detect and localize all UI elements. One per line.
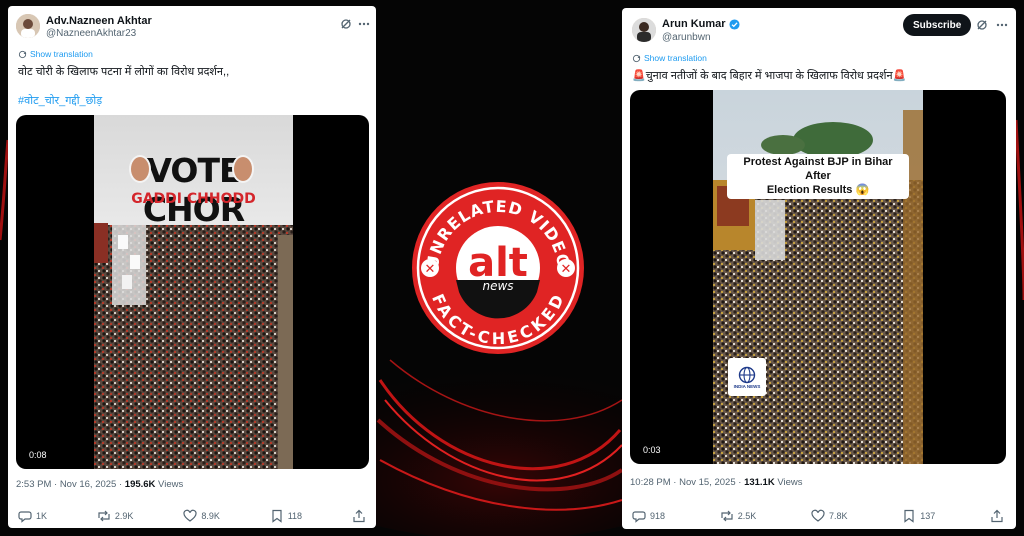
video-caption: Protest Against BJP in Bihar After Elect… <box>727 154 909 200</box>
author-name-text: Arun Kumar <box>662 18 726 30</box>
share-button[interactable] <box>352 506 366 526</box>
repost-button[interactable]: 2.9K <box>97 506 134 526</box>
views-count: 131.1K <box>744 477 775 488</box>
action-bar: 1K 2.9K 8.9K 118 <box>8 506 376 526</box>
post-text: 🚨चुनाव नतीजों के बाद बिहार में भाजपा के … <box>632 70 907 82</box>
fact-check-badge: UNRELATED VIDEO FACT-CHECKED ✕ ✕ alt new… <box>410 180 586 356</box>
like-count: 7.8K <box>828 511 848 521</box>
video-duration: 0:03 <box>640 444 664 456</box>
like-icon <box>811 509 825 522</box>
like-button[interactable]: 8.9K <box>183 506 220 526</box>
bookmark-count: 118 <box>287 511 303 521</box>
share-button[interactable] <box>990 506 1004 526</box>
post-timestamp[interactable]: 10:28 PM · Nov 15, 2025 · <box>630 477 744 488</box>
grok-icon[interactable] <box>974 17 990 33</box>
grok-icon[interactable] <box>338 16 354 32</box>
verified-icon <box>729 18 740 30</box>
badge-mark-left: ✕ <box>425 262 436 277</box>
video-thumbnail: Protest Against BJP in Bihar After Elect… <box>713 90 923 464</box>
reply-count: 918 <box>650 511 666 521</box>
like-button[interactable]: 7.8K <box>811 506 848 526</box>
badge-seal: UNRELATED VIDEO FACT-CHECKED ✕ ✕ alt new… <box>412 182 584 354</box>
video-thumbnail: VOTE CHOR GADDI CHHODD <box>94 115 293 469</box>
face-left-icon <box>129 155 151 183</box>
bookmark-icon <box>272 509 282 523</box>
post-text: वोट चोरी के खिलाफ पटना में लोगों का विरो… <box>18 66 230 78</box>
translate-icon <box>18 50 27 58</box>
video-caption-line2: Election Results 😱 <box>766 183 870 196</box>
video-player[interactable]: Protest Against BJP in Bihar After Elect… <box>630 90 1006 464</box>
badge-logo-subtext: news <box>482 279 513 293</box>
share-icon <box>991 509 1003 523</box>
views-label: Views <box>155 479 184 490</box>
hashtag-link[interactable]: #वोट_चोर_गद्दी_छोड़ <box>18 93 102 108</box>
views-label: Views <box>774 477 803 488</box>
bookmark-icon <box>904 509 914 523</box>
post-meta: 2:53 PM · Nov 16, 2025 · 195.6K Views <box>16 479 183 490</box>
author-name[interactable]: Adv.Nazneen Akhtar <box>46 15 152 27</box>
repost-count: 2.9K <box>114 511 134 521</box>
avatar[interactable] <box>16 14 40 38</box>
author-handle[interactable]: @NazneenAkhtar23 <box>46 28 136 39</box>
show-translation-label: Show translation <box>644 53 707 63</box>
post-meta: 10:28 PM · Nov 15, 2025 · 131.1K Views <box>630 477 803 488</box>
more-icon[interactable] <box>356 16 372 32</box>
repost-icon <box>98 510 110 522</box>
post-timestamp[interactable]: 2:53 PM · Nov 16, 2025 · <box>16 479 125 490</box>
author-handle[interactable]: @arunbwn <box>662 32 711 43</box>
bookmark-button[interactable]: 118 <box>270 506 302 526</box>
reply-button[interactable]: 1K <box>18 506 47 526</box>
views-count: 195.6K <box>124 479 156 490</box>
tweet-card-right: Arun Kumar @arunbwn Subscribe Show trans… <box>622 8 1016 529</box>
repost-button[interactable]: 2.5K <box>720 506 757 526</box>
reply-icon <box>632 511 646 523</box>
tweet-card-left: Adv.Nazneen Akhtar @NazneenAkhtar23 Show… <box>8 6 376 528</box>
repost-icon <box>721 510 733 522</box>
avatar[interactable] <box>632 18 656 42</box>
repost-count: 2.5K <box>737 511 757 521</box>
show-translation-link[interactable]: Show translation <box>18 49 93 59</box>
video-duration: 0:08 <box>26 449 50 461</box>
video-overlay-title: VOTE CHOR <box>142 151 245 229</box>
show-translation-link[interactable]: Show translation <box>632 53 707 63</box>
reply-button[interactable]: 918 <box>632 506 665 526</box>
video-player[interactable]: VOTE CHOR GADDI CHHODD 0:08 <box>16 115 369 469</box>
bookmark-button[interactable]: 137 <box>902 506 935 526</box>
author-name[interactable]: Arun Kumar <box>662 18 740 30</box>
like-count: 8.9K <box>201 511 220 521</box>
video-caption-line1: Protest Against BJP in Bihar After <box>743 156 893 182</box>
subscribe-button[interactable]: Subscribe <box>903 14 972 36</box>
show-translation-label: Show translation <box>30 49 93 59</box>
reply-count: 1K <box>36 511 48 521</box>
translate-icon <box>632 54 641 62</box>
video-overlay-subtitle: GADDI CHHODD <box>131 191 256 207</box>
action-bar: 918 2.5K 7.8K 137 <box>622 506 1016 526</box>
more-icon[interactable] <box>994 17 1010 33</box>
crowd-image <box>713 90 923 464</box>
badge-mark-right: ✕ <box>561 262 572 277</box>
bookmark-count: 137 <box>920 511 936 521</box>
india-news-watermark: INDIA NEWS <box>728 358 766 396</box>
watermark-label: INDIA NEWS <box>733 383 761 389</box>
like-icon <box>183 509 197 522</box>
globe-icon <box>738 366 756 383</box>
share-icon <box>353 509 365 523</box>
face-right-icon <box>232 155 254 183</box>
reply-icon <box>18 511 32 523</box>
